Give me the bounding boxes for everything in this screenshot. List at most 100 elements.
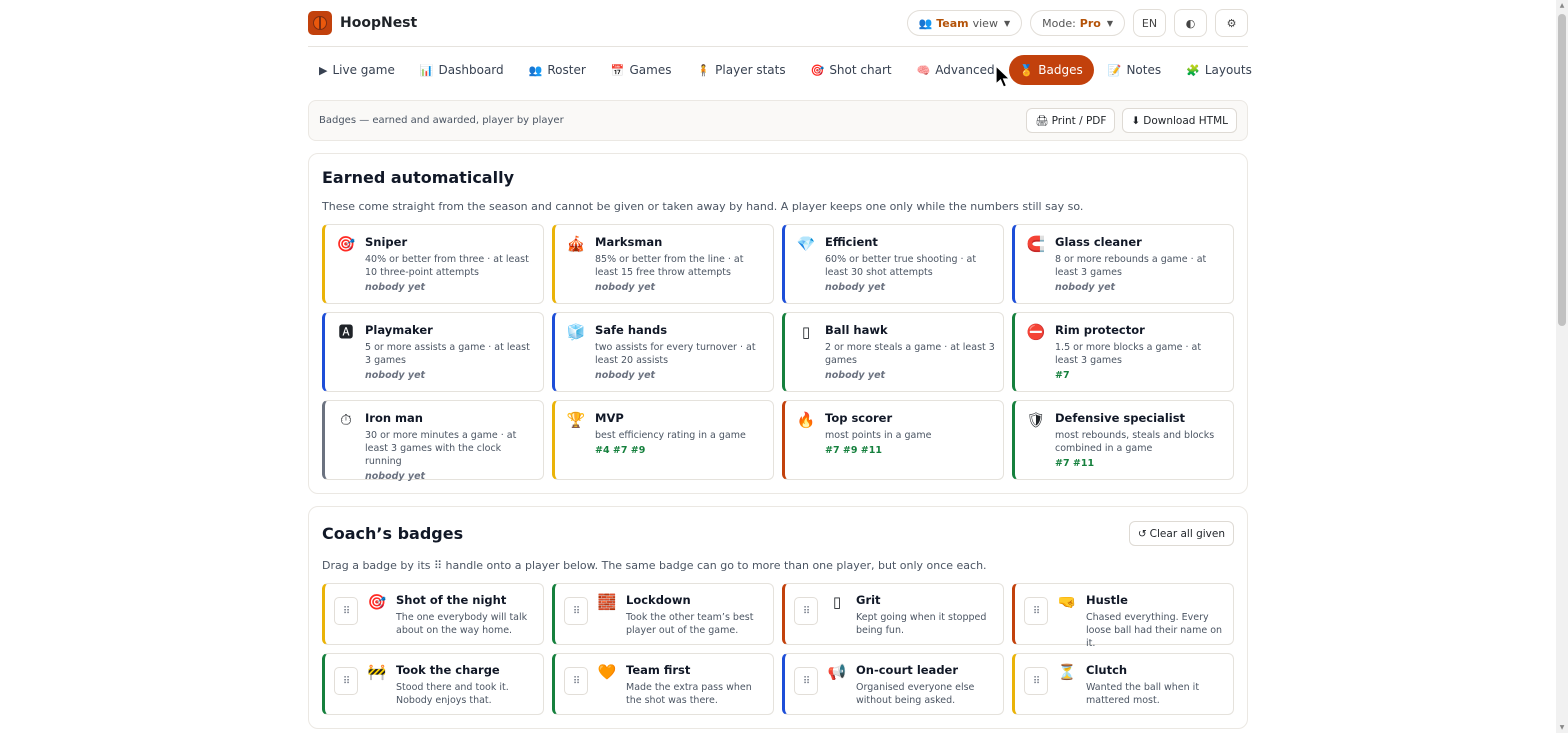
drag-handle-icon[interactable]: ⠿ xyxy=(794,597,818,625)
badge-icon: ⏱ xyxy=(340,411,352,429)
badge-icon: ⏳ xyxy=(1057,663,1077,681)
drag-handle-icon[interactable]: ⠿ xyxy=(1024,667,1048,695)
toolbar: Badges — earned and awarded, player by p… xyxy=(308,100,1248,141)
badge-card-sniper: 🎯 Sniper 40% or better from three · at lea… xyxy=(322,224,544,304)
badge-criteria: 40% or better from three · at least 10 t… xyxy=(365,254,529,278)
scroll-down-icon[interactable]: ▼ xyxy=(1558,724,1566,731)
badge-icon: 🎯 xyxy=(336,235,356,253)
tab-icon: 👥 xyxy=(528,63,543,77)
mode-selector[interactable]: Mode: Pro ▼ xyxy=(1030,10,1125,36)
tab-dashboard[interactable]: 📊 Dashboard xyxy=(409,55,515,85)
tab-games[interactable]: 📅 Games xyxy=(600,55,683,85)
badge-card-safe-hands: 🧊 Safe hands two assists for every turnove… xyxy=(552,312,774,392)
coach-badge-lockdown: ⠿ 🧱 Lockdown Took the other team’s best pla… xyxy=(552,583,774,645)
badge-name: Top scorer xyxy=(825,411,893,425)
view-label: Team xyxy=(936,16,969,30)
print-button[interactable]: 🖨 Print / PDF xyxy=(1026,108,1116,133)
tab-shot-chart[interactable]: 🎯 Shot chart xyxy=(800,55,903,85)
badge-description: Wanted the ball when it mattered most. xyxy=(1086,682,1200,706)
tab-label: Shot chart xyxy=(829,63,892,77)
download-label: Download HTML xyxy=(1143,114,1228,127)
mode-value: Pro xyxy=(1079,16,1101,30)
tab-icon: 🧍 xyxy=(696,63,711,77)
badge-icon: 🏆 xyxy=(566,411,586,429)
badge-holders: #7 #11 xyxy=(1055,458,1095,469)
badge-card-iron-man: ⏱ Iron man 30 or more minutes a game · at … xyxy=(322,400,544,482)
badge-holders: nobody yet xyxy=(1055,282,1116,293)
page-subtitle: Badges — earned and awarded, player by p… xyxy=(319,115,564,126)
badge-description: Organised everyone else without being as… xyxy=(856,682,975,706)
badge-criteria: 2 or more steals a game · at least 3 gam… xyxy=(825,342,995,366)
badge-name: Playmaker xyxy=(365,323,433,337)
badge-description: Kept going when it stopped being fun. xyxy=(856,612,987,636)
tab-live-game[interactable]: ▶ Live game xyxy=(308,55,406,85)
tab-label: Live game xyxy=(332,63,395,77)
coach-badge-grid: ⠿ 🎯 Shot of the night The one everybody wil… xyxy=(322,583,1234,715)
badge-icon: ▯ xyxy=(801,323,811,341)
section-description: Drag a badge by its ⠿ handle onto a play… xyxy=(322,559,987,572)
tab-icon: 📝 xyxy=(1107,63,1122,77)
badge-name: Glass cleaner xyxy=(1055,235,1142,249)
settings-icon[interactable]: ⚙ xyxy=(1215,9,1248,37)
badge-name: Defensive specialist xyxy=(1055,411,1186,425)
drag-handle-icon[interactable]: ⠿ xyxy=(564,667,588,695)
tab-notes[interactable]: 📝 Notes xyxy=(1097,55,1172,85)
download-html-button[interactable]: ⬇ Download HTML xyxy=(1122,108,1237,133)
badge-icon: 🧱 xyxy=(597,593,617,611)
badge-criteria: best efficiency rating in a game xyxy=(595,430,746,441)
drag-handle-icon[interactable]: ⠿ xyxy=(334,667,358,695)
tab-layouts[interactable]: 🧩 Layouts xyxy=(1175,55,1263,85)
view-suffix: view xyxy=(972,16,998,30)
badge-criteria: 8 or more rebounds a game · at least 3 g… xyxy=(1055,254,1207,278)
badge-name: Team first xyxy=(626,663,691,677)
badge-icon: 🅰 xyxy=(338,323,354,341)
tab-roster[interactable]: 👥 Roster xyxy=(518,55,597,85)
section-title: Earned automatically xyxy=(322,168,514,187)
coach-badge-took-the-charge: ⠿ 🚧 Took the charge Stood there and took it… xyxy=(322,653,544,715)
section-description: These come straight from the season and … xyxy=(322,200,1084,213)
coach-badge-hustle: ⠿ 🤜 Hustle Chased everything. Every loose b… xyxy=(1012,583,1234,649)
view-selector[interactable]: 👥 Team view ▼ xyxy=(906,10,1023,36)
drag-handle-icon[interactable]: ⠿ xyxy=(1024,597,1048,625)
badge-holders: nobody yet xyxy=(825,370,886,381)
contrast-icon[interactable]: ◐ xyxy=(1174,9,1207,37)
badge-description: Made the extra pass when the shot was th… xyxy=(626,682,752,706)
caret-down-icon: ▼ xyxy=(1003,18,1011,28)
page: HoopNest 👥 Team view ▼ Mode: Pro ▼ EN ◐ … xyxy=(308,0,1252,729)
tab-label: Notes xyxy=(1126,63,1162,77)
badge-card-defensive-specialist: 🛡 Defensive specialist most rebounds, stea… xyxy=(1012,400,1234,480)
tab-player-stats[interactable]: 🧍 Player stats xyxy=(685,55,796,85)
badge-icon: 🧲 xyxy=(1026,235,1046,253)
badge-description: Stood there and took it. Nobody enjoys t… xyxy=(396,682,509,706)
scroll-up-icon[interactable]: ▲ xyxy=(1558,2,1566,9)
badge-holders: nobody yet xyxy=(365,471,426,482)
badge-holders: nobody yet xyxy=(365,282,426,293)
mode-label: Mode: xyxy=(1042,16,1076,30)
scroll-thumb[interactable] xyxy=(1558,14,1566,326)
tab-label: Advanced xyxy=(935,63,995,77)
badge-card-ball-hawk: ▯ Ball hawk 2 or more steals a game · at l… xyxy=(782,312,1004,392)
drag-handle-icon[interactable]: ⠿ xyxy=(334,597,358,625)
page-scrollbar[interactable]: ▲ ▼ xyxy=(1556,0,1568,733)
tab-icon: 📅 xyxy=(610,63,625,77)
clear-all-given-button[interactable]: ↺ Clear all given xyxy=(1128,521,1234,546)
badge-criteria: most rebounds, steals and blocks combine… xyxy=(1055,430,1215,454)
tab-badges[interactable]: 🏅 Badges xyxy=(1008,55,1094,85)
tab-label: Layouts xyxy=(1204,63,1252,77)
earned-badges-section: Earned automatically These come straight… xyxy=(308,153,1248,494)
team-icon: 👥 xyxy=(918,16,933,30)
drag-handle-icon[interactable]: ⠿ xyxy=(564,597,588,625)
badge-icon: 🎯 xyxy=(367,593,387,611)
badge-card-rim-protector: ⛔ Rim protector 1.5 or more blocks a game … xyxy=(1012,312,1234,392)
language-button[interactable]: EN xyxy=(1133,9,1166,37)
tab-icon: 🧩 xyxy=(1186,63,1200,77)
tab-advanced[interactable]: 🧠 Advanced xyxy=(906,55,1006,85)
badge-criteria: 1.5 or more blocks a game · at least 3 g… xyxy=(1055,342,1202,366)
drag-handle-icon[interactable]: ⠿ xyxy=(794,667,818,695)
badge-holders: nobody yet xyxy=(595,370,656,381)
print-label: Print / PDF xyxy=(1051,114,1107,127)
top-bar: HoopNest 👥 Team view ▼ Mode: Pro ▼ EN ◐ … xyxy=(308,0,1248,47)
badge-holders: #7 #9 #11 xyxy=(825,445,882,456)
badge-icon: 🚧 xyxy=(367,663,387,681)
badge-icon: 🔥 xyxy=(796,411,816,429)
